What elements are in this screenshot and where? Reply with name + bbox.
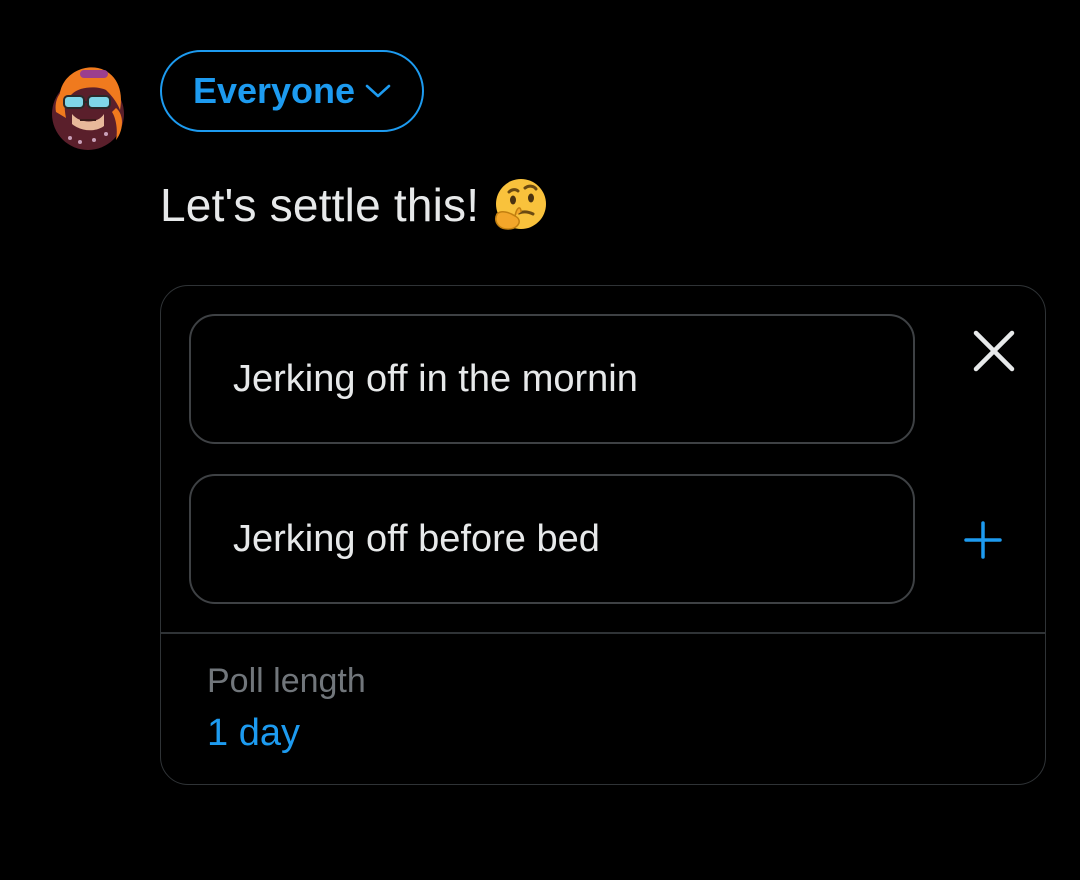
audience-selector-button[interactable]: Everyone (160, 50, 424, 132)
poll-choice-1-input[interactable]: Jerking off in the mornin (189, 314, 915, 444)
compose-text-area[interactable]: Let's settle this! (160, 176, 549, 234)
audience-label: Everyone (192, 70, 356, 111)
poll-choice-1-text: Jerking off in the mornin (233, 357, 638, 400)
poll-choice-2-input[interactable]: Jerking off before bed (189, 474, 915, 604)
close-icon (973, 330, 1015, 372)
compose-text: Let's settle this! (160, 179, 480, 231)
avatar-image (52, 67, 124, 150)
remove-poll-button[interactable] (961, 318, 1027, 384)
poll-length-selector[interactable]: 1 day (207, 712, 300, 755)
poll-length-label: Poll length (207, 662, 366, 700)
chevron-down-icon (365, 84, 391, 98)
poll-card: Jerking off in the mornin Jerking off be… (160, 285, 1046, 785)
poll-divider (161, 632, 1045, 634)
plus-icon (964, 521, 1002, 559)
thinking-face-icon (495, 179, 547, 230)
poll-choice-2-text: Jerking off before bed (233, 517, 600, 560)
avatar[interactable] (50, 60, 126, 152)
add-choice-button[interactable] (951, 508, 1015, 572)
